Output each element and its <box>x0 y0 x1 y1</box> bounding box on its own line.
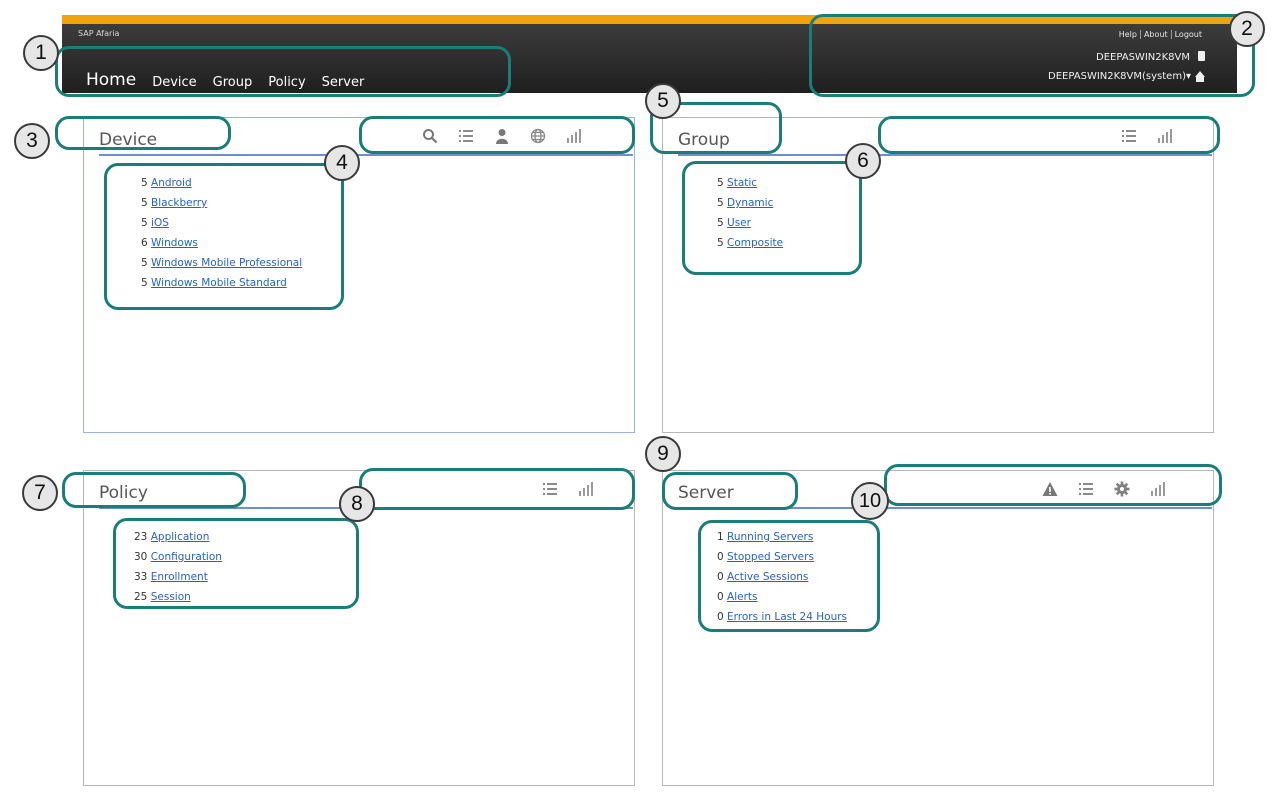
callout-frame-10-list <box>698 520 880 632</box>
callout-frame-4-list <box>104 163 344 310</box>
callout-frame-7 <box>62 472 246 508</box>
callout-number-8: 8 <box>339 486 375 522</box>
callout-number-4: 4 <box>324 145 360 181</box>
callout-number-2: 2 <box>1229 11 1265 47</box>
callout-number-5: 5 <box>645 83 681 119</box>
callout-frame-1 <box>55 46 511 97</box>
callout-frame-3 <box>55 116 231 150</box>
brand-label: SAP Afaria <box>78 29 120 38</box>
callout-number-6: 6 <box>845 143 881 179</box>
callout-number-10: 10 <box>851 482 889 520</box>
callout-frame-2 <box>809 14 1255 97</box>
callout-frame-4 <box>359 116 635 154</box>
panel-title-rule <box>99 154 633 156</box>
panel-title-rule <box>678 154 1212 156</box>
callout-frame-8-list <box>113 518 359 609</box>
callout-frame-8 <box>359 468 635 510</box>
callout-number-7: 7 <box>22 475 58 511</box>
callout-frame-6 <box>878 116 1220 154</box>
callout-number-3: 3 <box>14 123 50 159</box>
callout-frame-10 <box>884 464 1222 506</box>
callout-number-1: 1 <box>23 35 59 71</box>
callout-number-9: 9 <box>645 436 681 472</box>
callout-frame-9 <box>662 472 798 510</box>
callout-frame-6-list <box>682 161 862 275</box>
